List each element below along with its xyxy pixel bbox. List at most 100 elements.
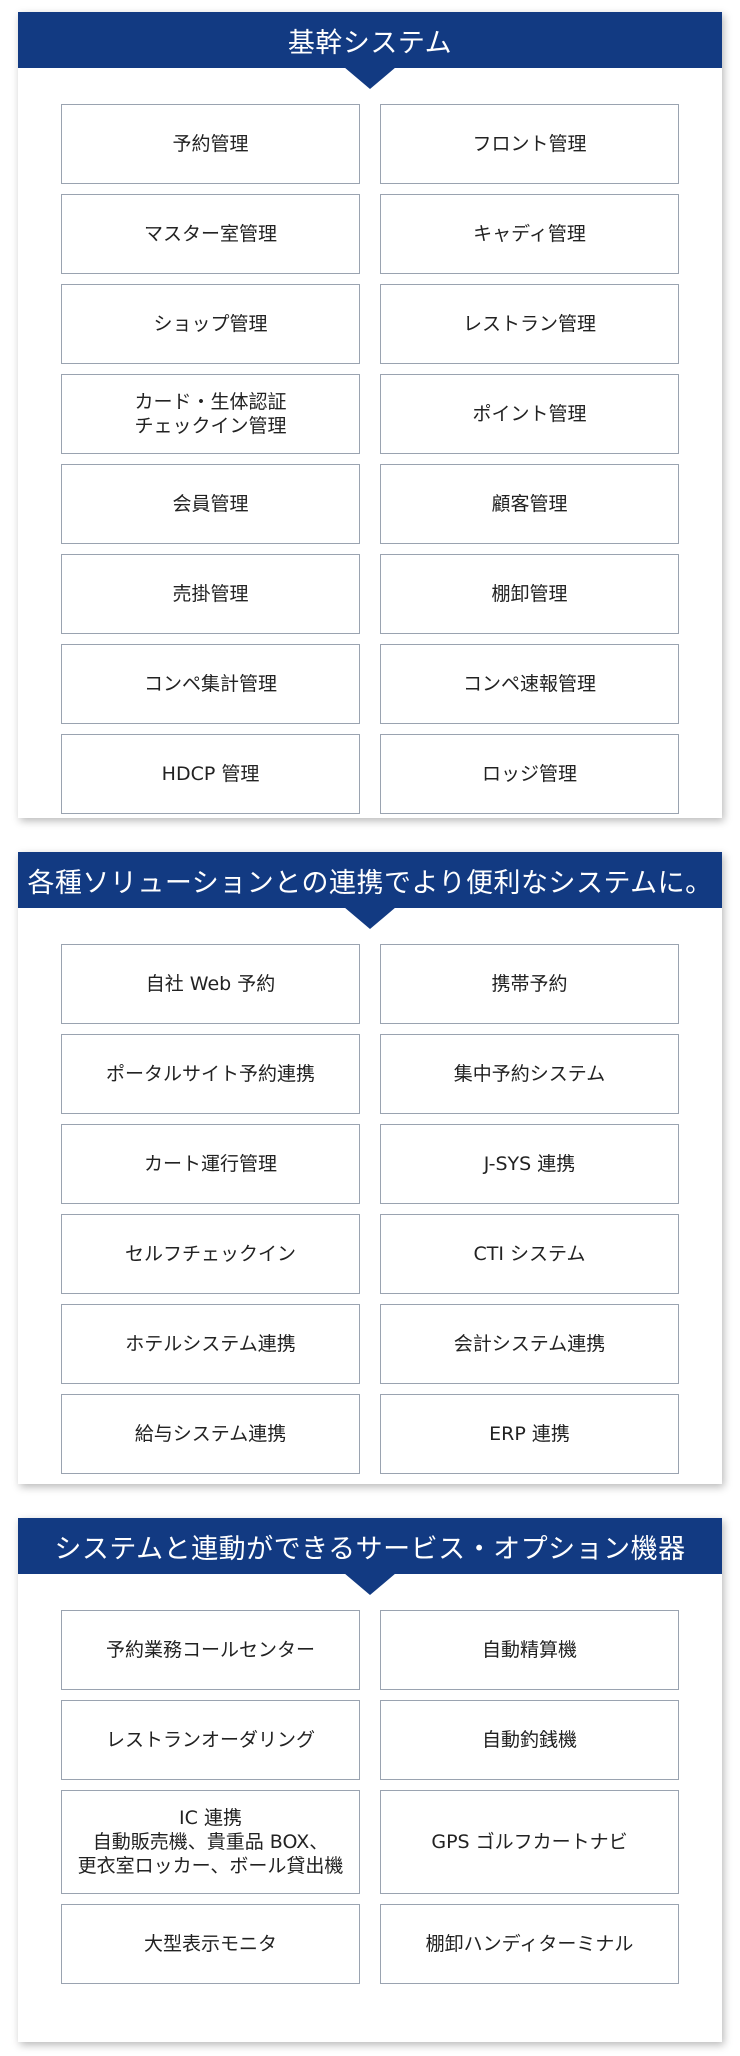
feature-item: カート運行管理 xyxy=(61,1124,360,1204)
feature-label: レストラン管理 xyxy=(463,312,596,336)
feature-label: 集中予約システム xyxy=(454,1062,605,1086)
feature-item: ポータルサイト予約連携 xyxy=(61,1034,360,1114)
feature-item: GPS ゴルフカートナビ xyxy=(380,1790,679,1894)
feature-label-line: ポイント管理 xyxy=(472,402,587,425)
feature-label-line: HDCP 管理 xyxy=(161,762,260,785)
core-system-section: 基幹システム 予約管理 フロント管理マスター室管理 キャディ管理ショップ管理 レストラ… xyxy=(18,12,722,818)
feature-label: J-SYS 連携 xyxy=(484,1152,576,1176)
feature-label-line: セルフチェックイン xyxy=(124,1242,296,1265)
section-title-band: 基幹システム xyxy=(18,12,722,68)
feature-item: 自社 Web 予約 xyxy=(61,944,360,1024)
feature-label-line: 更衣室ロッカー、ボール貸出機 xyxy=(77,1855,344,1878)
feature-item: 自動釣銭機 xyxy=(380,1700,679,1780)
chevron-down-icon xyxy=(344,907,396,929)
feature-label-line: 携帯予約 xyxy=(491,972,568,995)
feature-label-line: フロント管理 xyxy=(472,132,587,155)
feature-item: コンペ集計管理 xyxy=(61,644,360,724)
feature-label: コンペ集計管理 xyxy=(144,672,277,696)
feature-label: ポイント管理 xyxy=(472,402,586,426)
feature-label-line: 自動精算機 xyxy=(481,1638,577,1661)
feature-label: CTI システム xyxy=(474,1242,586,1266)
feature-label: 予約管理 xyxy=(172,132,248,156)
section-title-band: システムと連動ができるサービス・オプション機器 xyxy=(18,1518,722,1574)
feature-label-line: 自動販売機、貴重品 BOX、 xyxy=(92,1830,329,1853)
chevron-down-icon xyxy=(344,1573,396,1595)
feature-item: フロント管理 xyxy=(380,104,679,184)
feature-label-line: CTI システム xyxy=(473,1242,586,1265)
feature-label: 売掛管理 xyxy=(172,582,248,606)
feature-label-line: ショップ管理 xyxy=(153,312,268,335)
feature-item: IC 連携 自動販売機、貴重品 BOX、 更衣室ロッカー、ボール貸出機 xyxy=(61,1790,360,1894)
feature-label: ショップ管理 xyxy=(153,312,267,336)
feature-item: CTI システム xyxy=(380,1214,679,1294)
feature-label-line: レストラン管理 xyxy=(462,312,596,335)
feature-label: 携帯予約 xyxy=(491,972,567,996)
feature-label: カート運行管理 xyxy=(144,1152,277,1176)
feature-item: HDCP 管理 xyxy=(61,734,360,814)
feature-item: 大型表示モニタ xyxy=(61,1904,360,1984)
feature-label-line: 自社 Web 予約 xyxy=(145,972,276,995)
feature-label: ホテルシステム連携 xyxy=(125,1332,295,1356)
feature-item: ポイント管理 xyxy=(380,374,679,454)
feature-item: マスター室管理 xyxy=(61,194,360,274)
feature-item: J-SYS 連携 xyxy=(380,1124,679,1204)
section-title-band: 各種ソリューションとの連携でより便利なシステムに。 xyxy=(18,852,722,908)
feature-label-line: レストランオーダリング xyxy=(105,1728,315,1751)
feature-item: セルフチェックイン xyxy=(61,1214,360,1294)
feature-item: 給与システム連携 xyxy=(61,1394,360,1474)
feature-item: レストラン管理 xyxy=(380,284,679,364)
feature-label-line: コンペ速報管理 xyxy=(462,672,596,695)
feature-label: コンペ速報管理 xyxy=(463,672,596,696)
feature-label: 会員管理 xyxy=(172,492,248,516)
feature-label: IC 連携 自動販売機、貴重品 BOX、 更衣室ロッカー、ボール貸出機 xyxy=(78,1806,344,1879)
feature-item: ロッジ管理 xyxy=(380,734,679,814)
feature-label-line: ホテルシステム連携 xyxy=(125,1332,296,1355)
feature-label-line: 給与システム連携 xyxy=(134,1422,287,1445)
feature-label: ERP 連携 xyxy=(489,1422,570,1446)
feature-item: 顧客管理 xyxy=(380,464,679,544)
feature-grid: 自社 Web 予約 携帯予約ポータルサイト予約連携 集中予約システムカート運行管理 J… xyxy=(61,944,679,1474)
feature-label-line: カード・生体認証 xyxy=(134,390,287,413)
feature-label-line: GPS ゴルフカートナビ xyxy=(431,1830,628,1853)
feature-label-line: チェックイン管理 xyxy=(134,415,287,437)
section-title: 各種ソリューションとの連携でより便利なシステムに。 xyxy=(27,867,713,899)
feature-item: キャディ管理 xyxy=(380,194,679,274)
feature-item: ERP 連携 xyxy=(380,1394,679,1474)
feature-item: 売掛管理 xyxy=(61,554,360,634)
feature-label-line: 売掛管理 xyxy=(172,582,249,605)
feature-label-line: ポータルサイト予約連携 xyxy=(105,1062,315,1085)
feature-label: 大型表示モニタ xyxy=(144,1932,277,1956)
feature-label-line: 大型表示モニタ xyxy=(143,1932,277,1955)
feature-label-line: ERP 連携 xyxy=(489,1422,570,1445)
feature-label: 自動精算機 xyxy=(482,1638,577,1662)
feature-label-line: マスター室管理 xyxy=(143,222,277,245)
feature-label-line: キャディ管理 xyxy=(473,222,586,245)
feature-label-line: 予約業務コールセンター xyxy=(105,1638,315,1661)
section-title: システムと連動ができるサービス・オプション機器 xyxy=(54,1533,686,1565)
feature-item: 予約管理 xyxy=(61,104,360,184)
integration-section: 各種ソリューションとの連携でより便利なシステムに。 自社 Web 予約 携帯予約ポ… xyxy=(18,852,722,1484)
feature-label: 給与システム連携 xyxy=(135,1422,286,1446)
chevron-down-icon xyxy=(344,67,396,89)
options-section: システムと連動ができるサービス・オプション機器 予約業務コールセンター 自動精算機… xyxy=(18,1518,722,2042)
feature-label-line: IC 連携 xyxy=(179,1806,242,1829)
feature-item: ホテルシステム連携 xyxy=(61,1304,360,1384)
feature-label: マスター室管理 xyxy=(144,222,277,246)
feature-label: フロント管理 xyxy=(472,132,586,156)
feature-item: 棚卸ハンディターミナル xyxy=(380,1904,679,1984)
feature-label-line: 自動釣銭機 xyxy=(481,1728,577,1751)
feature-label-line: 顧客管理 xyxy=(491,492,568,515)
feature-item: レストランオーダリング xyxy=(61,1700,360,1780)
feature-label: 棚卸管理 xyxy=(491,582,567,606)
feature-grid: 予約業務コールセンター 自動精算機レストランオーダリング 自動釣銭機 IC 連携 自動販… xyxy=(61,1610,679,1984)
feature-label-line: J-SYS 連携 xyxy=(483,1152,576,1175)
feature-item: 集中予約システム xyxy=(380,1034,679,1114)
feature-item: 会計システム連携 xyxy=(380,1304,679,1384)
feature-item: 棚卸管理 xyxy=(380,554,679,634)
feature-label-line: コンペ集計管理 xyxy=(143,672,277,695)
feature-item: カード・生体認証 チェックイン管理 xyxy=(61,374,360,454)
feature-label: HDCP 管理 xyxy=(162,762,260,786)
feature-label-line: 会計システム連携 xyxy=(453,1332,606,1355)
feature-label-line: 予約管理 xyxy=(172,132,249,155)
feature-label: GPS ゴルフカートナビ xyxy=(431,1830,627,1854)
